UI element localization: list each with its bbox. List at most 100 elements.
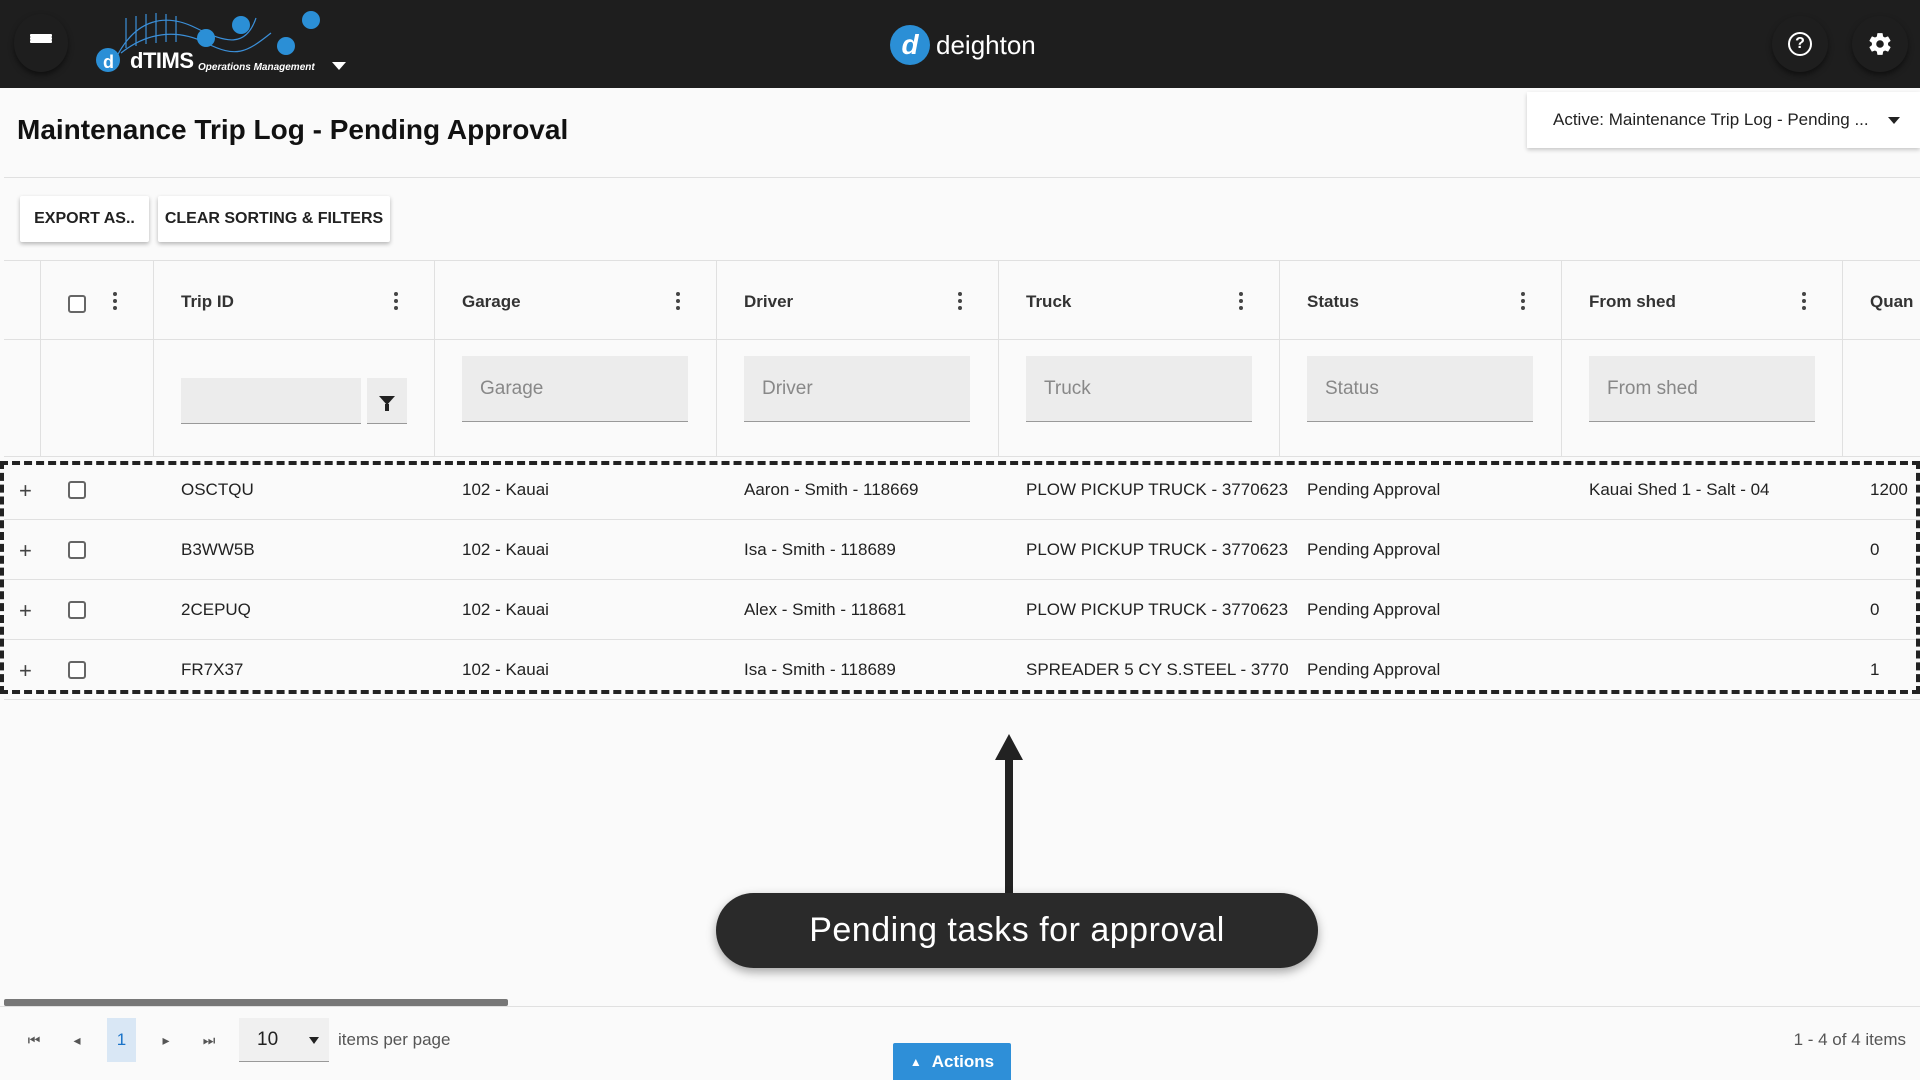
cell-driver: Alex - Smith - 118681 [744,600,907,619]
logo-subtitle: Operations Management [198,62,315,73]
table-row[interactable]: + OSCTQU 102 - Kauai Aaron - Smith - 118… [4,460,1920,520]
column-divider [434,260,435,457]
menu-button[interactable] [14,14,68,72]
table-row[interactable]: + FR7X37 102 - Kauai Isa - Smith - 11868… [4,640,1920,700]
cell-truck: PLOW PICKUP TRUCK - 3770623E [1026,540,1288,559]
column-divider [998,260,999,457]
cell-status: Pending Approval [1307,600,1441,619]
chevron-up-icon: ▲ [909,1054,922,1069]
active-view-select[interactable]: Active: Maintenance Trip Log - Pending .… [1527,92,1920,148]
expand-row-icon[interactable]: + [19,478,32,504]
cell-quantity: 1200 [1870,480,1908,499]
chevron-down-icon [309,1037,319,1044]
active-view-label: Active: Maintenance Trip Log - Pending .… [1553,110,1869,129]
actions-button[interactable]: ▲ Actions [893,1043,1011,1080]
page-size-select[interactable]: 10 [239,1018,329,1062]
export-button[interactable]: EXPORT AS.. [20,196,149,242]
cell-garage: 102 - Kauai [462,660,549,679]
column-menu-icon[interactable] [957,292,963,310]
column-menu-icon[interactable] [675,292,681,310]
row-checkbox[interactable] [68,541,86,559]
column-header-trip-id[interactable]: Trip ID [181,292,234,312]
cell-from-shed: Kauai Shed 1 - Salt - 04 [1589,480,1770,499]
table-row[interactable]: + 2CEPUQ 102 - Kauai Alex - Smith - 1186… [4,580,1920,640]
cell-truck: SPREADER 5 CY S.STEEL - 3770624I [1026,660,1288,679]
column-menu-icon[interactable] [393,292,399,310]
svg-text:d: d [103,52,114,72]
column-header-from-shed[interactable]: From shed [1589,292,1676,312]
column-divider [716,260,717,457]
page-title: Maintenance Trip Log - Pending Approval [17,114,569,145]
next-page-icon[interactable]: ▸ [156,1032,176,1049]
column-divider [153,260,154,457]
column-divider [1842,260,1843,457]
filter-icon [379,396,395,411]
brand: d deighton [890,24,1036,66]
column-divider [40,260,41,457]
top-bar: d dTIMS Operations Management d deighton… [0,0,1920,88]
row-checkbox[interactable] [68,601,86,619]
hamburger-icon [30,34,52,52]
column-menu-icon[interactable] [112,292,118,310]
help-icon: ? [1788,32,1812,56]
cell-driver: Isa - Smith - 118689 [744,660,896,679]
cell-quantity: 1 [1870,660,1880,679]
column-divider [1279,260,1280,457]
previous-page-icon[interactable]: ◂ [67,1032,87,1049]
cell-garage: 102 - Kauai [462,600,549,619]
cell-status: Pending Approval [1307,660,1441,679]
app-switcher-caret-icon[interactable] [332,62,346,70]
column-menu-icon[interactable] [1801,292,1807,310]
cell-trip-id: OSCTQU [181,480,254,499]
cell-driver: Isa - Smith - 118689 [744,540,896,559]
settings-button[interactable] [1852,16,1908,72]
expand-row-icon[interactable]: + [19,658,32,684]
logo-text: dTIMS [130,48,194,73]
column-header-garage[interactable]: Garage [462,292,521,312]
trip-id-filter-input[interactable] [181,378,361,424]
page-size-label: items per page [338,1030,451,1049]
status-filter-input[interactable]: Status [1307,356,1533,422]
cell-garage: 102 - Kauai [462,540,549,559]
cell-quantity: 0 [1870,540,1880,559]
column-header-status[interactable]: Status [1307,292,1359,312]
from-shed-filter-input[interactable]: From shed [1589,356,1815,422]
deighton-logo-icon: d [890,25,930,65]
cell-trip-id: B3WW5B [181,540,255,559]
page-size-value: 10 [257,1028,279,1050]
cell-status: Pending Approval [1307,540,1441,559]
column-menu-icon[interactable] [1238,292,1244,310]
expand-row-icon[interactable]: + [19,598,32,624]
column-header-quantity[interactable]: Quan [1870,292,1913,312]
help-button[interactable]: ? [1772,16,1828,72]
column-header-driver[interactable]: Driver [744,292,793,312]
horizontal-scrollbar[interactable] [4,999,508,1006]
page-number-current[interactable]: 1 [107,1018,136,1062]
cell-trip-id: 2CEPUQ [181,600,251,619]
brand-name: deighton [936,29,1036,60]
trip-id-filter-button[interactable] [367,378,407,424]
driver-filter-input[interactable]: Driver [744,356,970,422]
column-header-truck[interactable]: Truck [1026,292,1071,312]
truck-filter-input[interactable]: Truck [1026,356,1252,422]
chevron-down-icon [1888,117,1900,124]
table-row[interactable]: + B3WW5B 102 - Kauai Isa - Smith - 11868… [4,520,1920,580]
actions-label: Actions [931,1051,995,1071]
cell-status: Pending Approval [1307,480,1441,499]
cell-truck: PLOW PICKUP TRUCK - 3770623E [1026,480,1288,499]
gear-icon [1869,33,1891,55]
app-logo[interactable]: d dTIMS Operations Management [96,8,326,82]
cell-quantity: 0 [1870,600,1880,619]
first-page-icon[interactable]: ⏮ [24,1032,44,1049]
annotation-arrow [1005,756,1013,896]
last-page-icon[interactable]: ⏭ [199,1032,219,1049]
expand-row-icon[interactable]: + [19,538,32,564]
row-checkbox[interactable] [68,481,86,499]
select-all-checkbox[interactable] [68,295,86,313]
garage-filter-input[interactable]: Garage [462,356,688,422]
column-divider [1561,260,1562,457]
clear-sorting-filters-button[interactable]: CLEAR SORTING & FILTERS [158,196,390,242]
row-checkbox[interactable] [68,661,86,679]
column-menu-icon[interactable] [1520,292,1526,310]
cell-garage: 102 - Kauai [462,480,549,499]
